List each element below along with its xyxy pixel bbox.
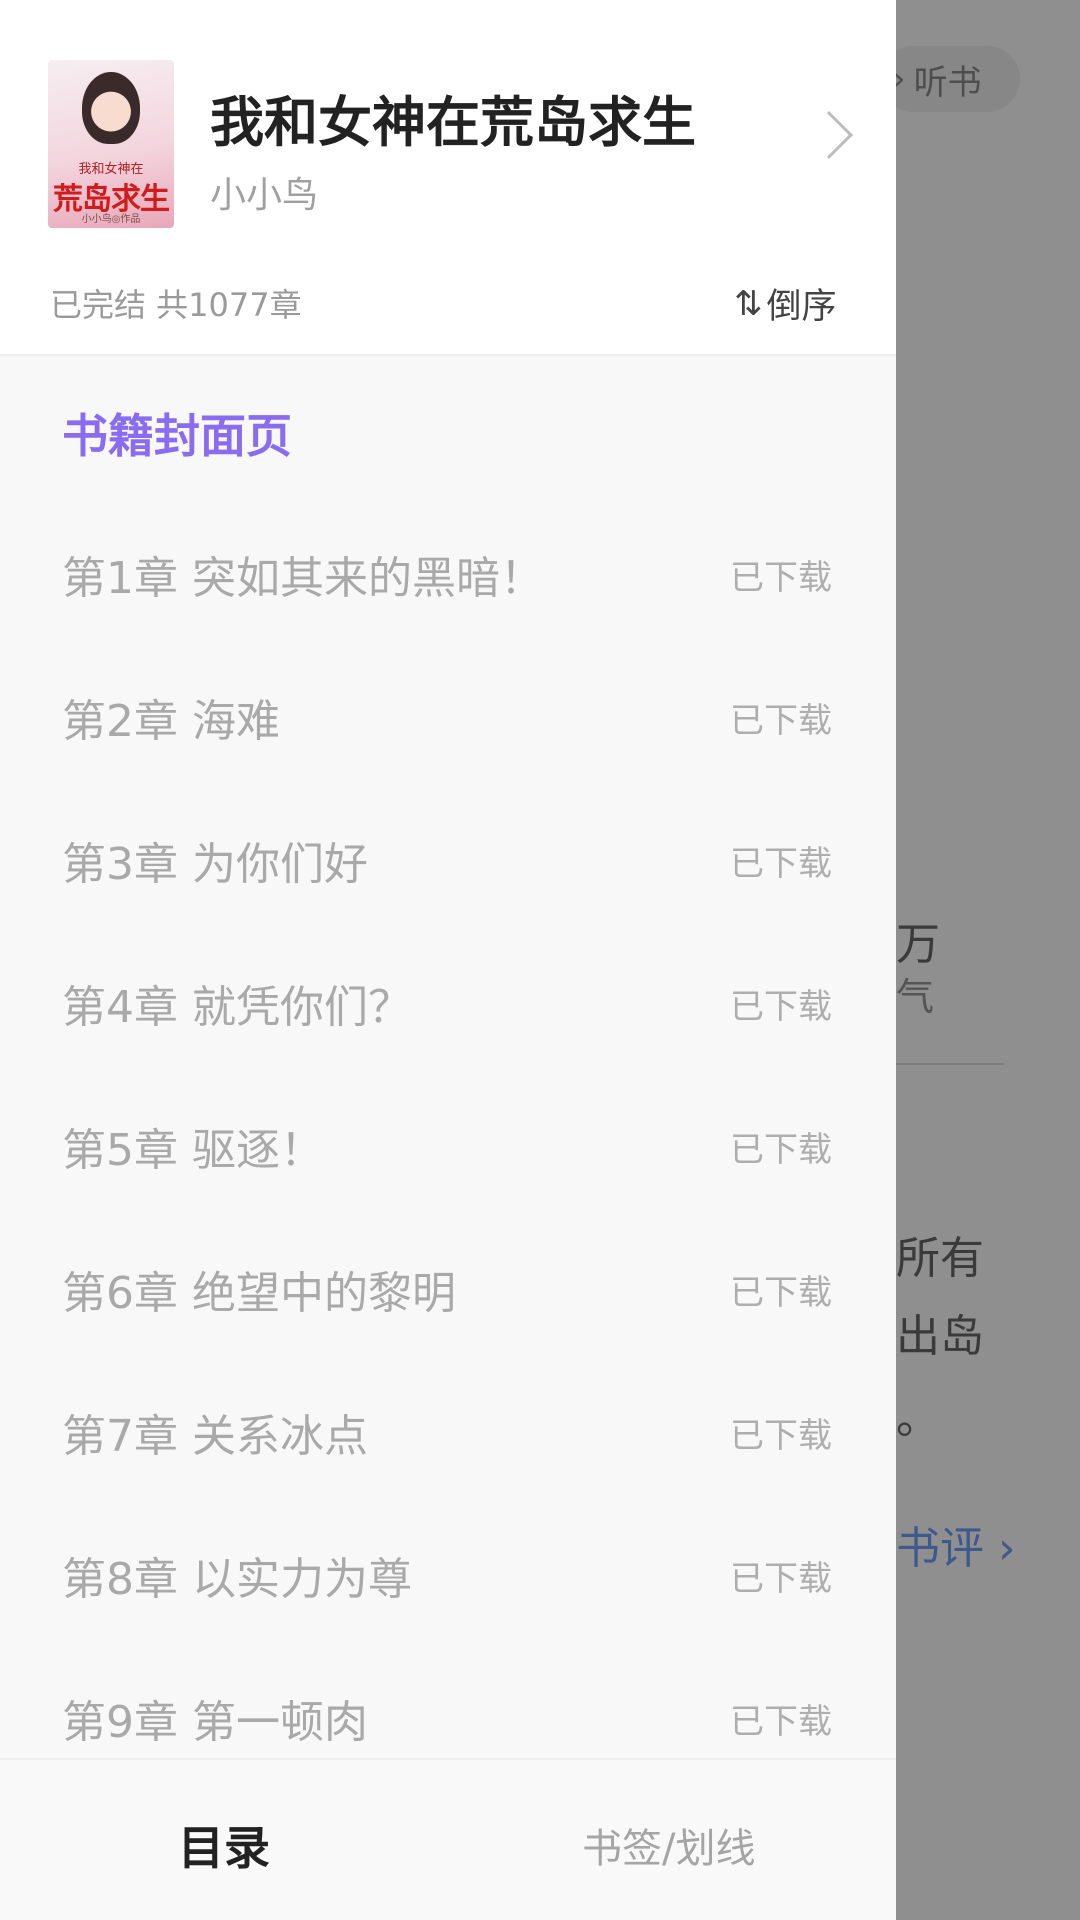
background-text-fragment: 气 [896,975,935,1019]
sort-icon: ⇅ [734,283,763,324]
book-author: 小小鸟 [210,175,319,216]
download-status: 已下载 [730,844,832,884]
tab-bookmarks[interactable]: 书签/划线 [582,1816,755,1874]
chapter-title: 第7章 关系冰点 [62,1411,368,1462]
download-status: 已下载 [730,1416,832,1456]
chapter-item[interactable]: 第1章 突如其来的黑暗！ 已下载 [0,500,896,642]
download-status: 已下载 [730,1130,832,1170]
sort-label: 倒序 [766,287,837,327]
listen-label: 听书 [913,62,982,103]
chapter-title: 第2章 海难 [62,696,280,747]
book-cover[interactable]: 我和女神在 荒岛求生 小小鸟◎作品 [48,60,174,228]
cover-text-sub: 小小鸟◎作品 [81,214,141,225]
chapter-title: 第3章 为你们好 [62,839,368,890]
catalog-drawer: 我和女神在 荒岛求生 小小鸟◎作品 我和女神在荒岛求生 小小鸟 已完结 共107… [0,0,896,1920]
book-header[interactable]: 我和女神在 荒岛求生 小小鸟◎作品 我和女神在荒岛求生 小小鸟 已完结 共107… [0,0,896,356]
chapter-item[interactable]: 第3章 为你们好 已下载 [0,786,896,928]
book-title: 我和女神在荒岛求生 [210,91,696,154]
chapter-title: 第9章 第一顿肉 [62,1697,368,1748]
chapter-item[interactable]: 第6章 绝望中的黎明 已下载 [0,1215,896,1357]
background-text-fragment: 。 [896,1393,940,1444]
download-status: 已下载 [730,558,832,598]
chapter-title: 第8章 以实力为尊 [62,1554,412,1605]
download-status: 已下载 [730,987,832,1027]
download-status: 已下载 [730,1559,832,1599]
chevron-right-icon[interactable] [804,110,854,160]
background-text-fragment: 出岛 [896,1311,984,1362]
chapter-item[interactable]: 第2章 海难 已下载 [0,643,896,785]
chapter-item[interactable]: 第4章 就凭你们？ 已下载 [0,929,896,1071]
background-text-fragment: 所有 [896,1233,984,1284]
background-divider [896,1063,1004,1065]
chapter-item[interactable]: 第8章 以实力为尊 已下载 [0,1501,896,1643]
book-status: 已完结 共1077章 [50,286,302,324]
chapter-item[interactable]: 第5章 驱逐！ 已下载 [0,1072,896,1214]
bottom-tab-bar: 目录 书签/划线 [0,1758,896,1920]
tab-catalog[interactable]: 目录 [178,1812,270,1878]
download-status: 已下载 [730,701,832,741]
background-review-link[interactable]: 书评 › [896,1512,1016,1576]
chapter-title: 第1章 突如其来的黑暗！ [62,553,544,604]
sort-button[interactable]: ⇅ 倒序 [734,278,837,329]
cover-page-link[interactable]: 书籍封面页 [62,400,292,466]
background-text-fragment: 万 [896,919,940,970]
chapter-item[interactable]: 第7章 关系冰点 已下载 [0,1358,896,1500]
chapter-title: 第5章 驱逐！ [62,1125,324,1176]
chapter-title: 第6章 绝望中的黎明 [62,1268,456,1319]
download-status: 已下载 [730,1273,832,1313]
listen-button[interactable]: › 听书 [880,46,1020,112]
download-status: 已下载 [730,1702,832,1742]
chapter-title: 第4章 就凭你们？ [62,982,412,1033]
cover-illustration [82,72,140,144]
